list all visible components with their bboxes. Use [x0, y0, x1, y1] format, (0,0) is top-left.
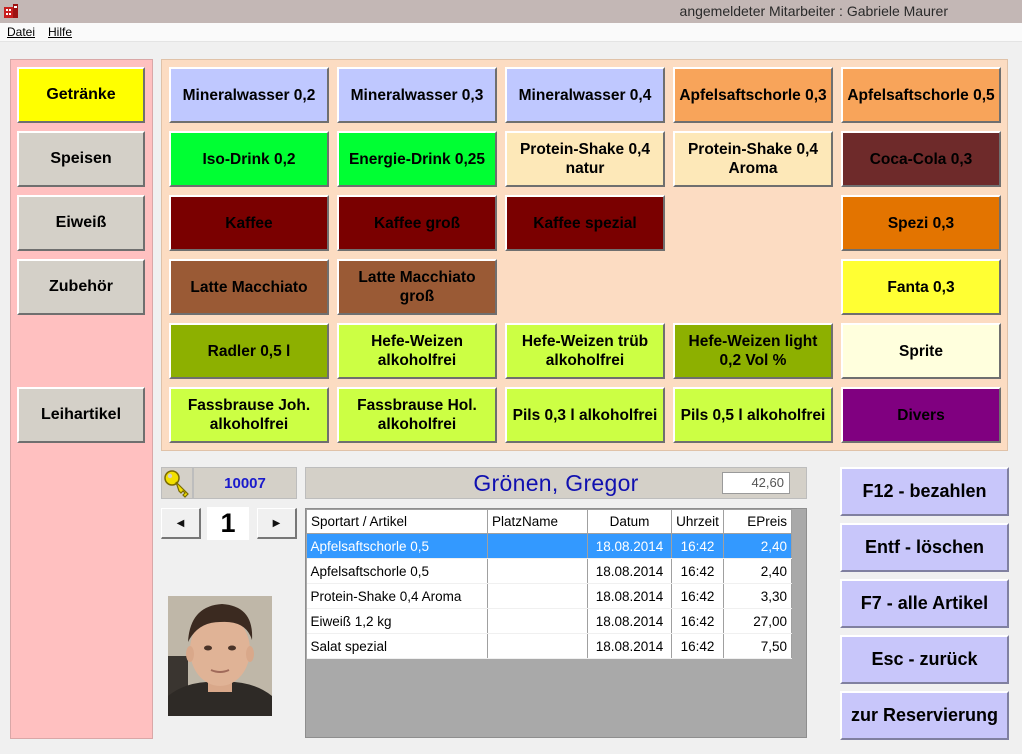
cell-platz — [487, 583, 588, 609]
product-button[interactable]: Hefe-Weizen alkoholfrei — [337, 323, 497, 379]
cell-platz — [487, 608, 588, 634]
product-button[interactable]: Latte Macchiato groß — [337, 259, 497, 315]
cell-artikel: Apfelsaftschorle 0,5 — [306, 533, 488, 559]
cell-uhrzeit: 16:42 — [671, 583, 724, 609]
product-grid: Mineralwasser 0,2 Mineralwasser 0,3 Minera… — [161, 59, 1008, 451]
product-button[interactable]: Apfelsaftschorle 0,5 — [841, 67, 1001, 123]
cell-artikel: Apfelsaftschorle 0,5 — [306, 558, 488, 584]
all-articles-button[interactable]: F7 - alle Artikel — [840, 579, 1009, 628]
customer-id: 10007 — [193, 467, 297, 499]
balance-field: 42,60 — [722, 472, 790, 494]
menu-datei[interactable]: Datei — [7, 25, 35, 39]
customer-bar: Grönen, Gregor 42,60 — [305, 467, 807, 499]
next-page-button[interactable]: ▶ — [257, 508, 297, 539]
cell-artikel: Eiweiß 1,2 kg — [306, 608, 488, 634]
triangle-left-icon: ◀ — [176, 517, 185, 529]
column-header[interactable]: PlatzName — [487, 509, 588, 534]
category-getraenke[interactable]: Getränke — [17, 67, 145, 123]
category-speisen[interactable]: Speisen — [17, 131, 145, 187]
cell-datum: 18.08.2014 — [587, 533, 672, 559]
cell-preis: 2,40 — [723, 558, 792, 584]
product-button[interactable]: Pils 0,3 l alkoholfrei — [505, 387, 665, 443]
category-zubehoer[interactable]: Zubehör — [17, 259, 145, 315]
title-bar: angemeldeter Mitarbeiter : Gabriele Maur… — [0, 0, 1022, 23]
column-header[interactable]: Datum — [587, 509, 672, 534]
cell-uhrzeit: 16:42 — [671, 608, 724, 634]
product-button[interactable]: Kaffee groß — [337, 195, 497, 251]
pay-button[interactable]: F12 - bezahlen — [840, 467, 1009, 516]
product-button[interactable]: Energie-Drink 0,25 — [337, 131, 497, 187]
product-button[interactable]: Fassbrause Joh. alkoholfrei — [169, 387, 329, 443]
building-icon[interactable] — [3, 3, 19, 19]
product-button[interactable]: Spezi 0,3 — [841, 195, 1001, 251]
cell-artikel: Salat spezial — [306, 633, 488, 659]
triangle-right-icon: ▶ — [272, 517, 281, 529]
product-button[interactable]: Hefe-Weizen light 0,2 Vol % — [673, 323, 833, 379]
cell-platz — [487, 558, 588, 584]
window-title: angemeldeter Mitarbeiter : Gabriele Maur… — [679, 3, 948, 19]
product-button[interactable]: Apfelsaftschorle 0,3 — [673, 67, 833, 123]
cell-uhrzeit: 16:42 — [671, 558, 724, 584]
table-row[interactable]: Eiweiß 1,2 kg 18.08.2014 16:42 27,00 — [306, 608, 792, 634]
cell-datum: 18.08.2014 — [587, 608, 672, 634]
category-leihartikel[interactable]: Leihartikel — [17, 387, 145, 443]
product-button[interactable]: Fanta 0,3 — [841, 259, 1001, 315]
product-button[interactable]: Pils 0,5 l alkoholfrei — [673, 387, 833, 443]
product-button[interactable]: Hefe-Weizen trüb alkoholfrei — [505, 323, 665, 379]
cell-preis: 2,40 — [723, 533, 792, 559]
product-button[interactable]: Latte Macchiato — [169, 259, 329, 315]
cell-preis: 27,00 — [723, 608, 792, 634]
column-header[interactable]: Uhrzeit — [671, 509, 724, 534]
category-panel: Getränke Speisen Eiweiß Zubehör Leihartikel — [10, 59, 153, 739]
page-number: 1 — [207, 507, 249, 540]
product-button[interactable]: Mineralwasser 0,3 — [337, 67, 497, 123]
key-icon — [161, 467, 193, 499]
product-button[interactable]: Fassbrause Hol. alkoholfrei — [337, 387, 497, 443]
table-row[interactable]: Apfelsaftschorle 0,5 18.08.2014 16:42 2,40 — [306, 533, 792, 559]
product-button[interactable]: Protein-Shake 0,4 Aroma — [673, 131, 833, 187]
cell-datum: 18.08.2014 — [587, 583, 672, 609]
article-list[interactable]: Sportart / Artikel PlatzName Datum Uhrze… — [305, 508, 807, 738]
reservation-button[interactable]: zur Reservierung — [840, 691, 1009, 740]
menu-hilfe[interactable]: Hilfe — [48, 25, 72, 39]
article-table[interactable]: Sportart / Artikel PlatzName Datum Uhrze… — [306, 509, 792, 659]
prev-page-button[interactable]: ◀ — [161, 508, 201, 539]
cell-uhrzeit: 16:42 — [671, 633, 724, 659]
product-button[interactable]: Mineralwasser 0,2 — [169, 67, 329, 123]
delete-button[interactable]: Entf - löschen — [840, 523, 1009, 572]
product-button[interactable]: Divers — [841, 387, 1001, 443]
cell-datum: 18.08.2014 — [587, 558, 672, 584]
table-header: Sportart / Artikel PlatzName Datum Uhrze… — [306, 509, 792, 534]
cell-platz — [487, 533, 588, 559]
product-button[interactable]: Coca-Cola 0,3 — [841, 131, 1001, 187]
cell-platz — [487, 633, 588, 659]
product-button[interactable]: Iso-Drink 0,2 — [169, 131, 329, 187]
table-row[interactable]: Protein-Shake 0,4 Aroma 18.08.2014 16:42 3,… — [306, 583, 792, 609]
cell-uhrzeit: 16:42 — [671, 533, 724, 559]
product-button[interactable]: Mineralwasser 0,4 — [505, 67, 665, 123]
menu-bar: Datei Hilfe — [0, 23, 1022, 42]
category-eiweiss[interactable]: Eiweiß — [17, 195, 145, 251]
column-header[interactable]: Sportart / Artikel — [306, 509, 488, 534]
product-button[interactable]: Kaffee — [169, 195, 329, 251]
product-button[interactable]: Radler 0,5 l — [169, 323, 329, 379]
column-header[interactable]: EPreis — [723, 509, 792, 534]
product-button[interactable]: Kaffee spezial — [505, 195, 665, 251]
table-row[interactable]: Salat spezial 18.08.2014 16:42 7,50 — [306, 633, 792, 659]
cell-preis: 7,50 — [723, 633, 792, 659]
cell-artikel: Protein-Shake 0,4 Aroma — [306, 583, 488, 609]
product-button[interactable]: Sprite — [841, 323, 1001, 379]
back-button[interactable]: Esc - zurück — [840, 635, 1009, 684]
cell-preis: 3,30 — [723, 583, 792, 609]
product-button[interactable]: Protein-Shake 0,4 natur — [505, 131, 665, 187]
cell-datum: 18.08.2014 — [587, 633, 672, 659]
table-row[interactable]: Apfelsaftschorle 0,5 18.08.2014 16:42 2,40 — [306, 558, 792, 584]
customer-photo — [168, 596, 272, 716]
